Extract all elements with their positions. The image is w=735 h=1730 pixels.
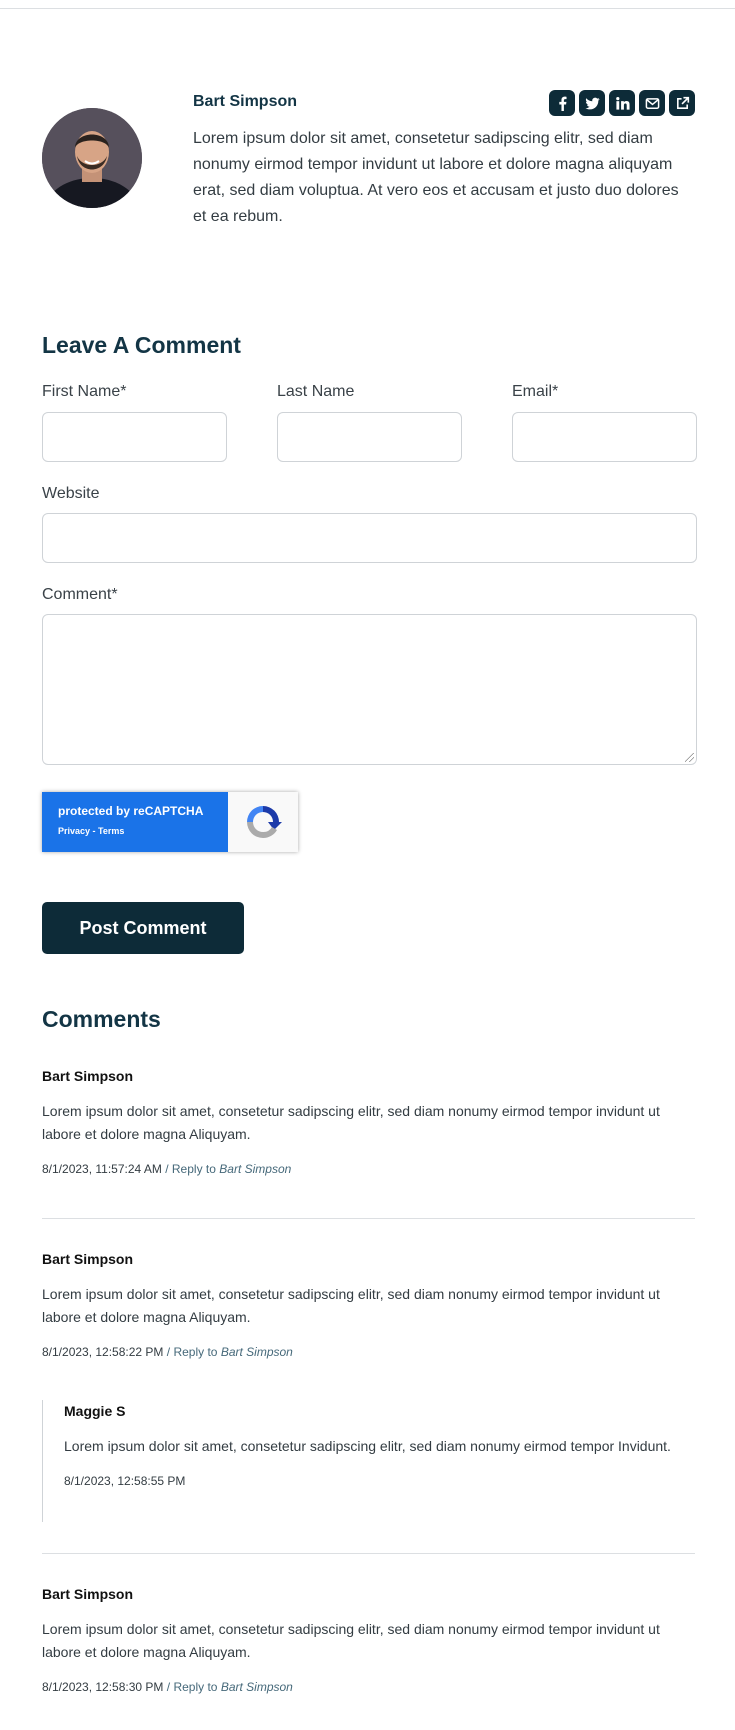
email-label: Email* xyxy=(512,383,559,400)
first-name-label: First Name* xyxy=(42,383,127,400)
comment-text: Lorem ipsum dolor sit amet, consetetur s… xyxy=(42,1103,660,1142)
email-field-wrap xyxy=(512,412,697,462)
reply-timestamp: 8/1/2023, 12:58:55 PM xyxy=(64,1474,186,1488)
comment-divider xyxy=(42,1218,695,1219)
comment-field-wrap xyxy=(42,614,697,765)
reply-text: Lorem ipsum dolor sit amet, consetetur s… xyxy=(64,1438,671,1454)
facebook-icon xyxy=(558,96,567,111)
linkedin-link[interactable] xyxy=(609,90,635,116)
comment-label: Comment* xyxy=(42,586,118,603)
social-links xyxy=(549,90,695,116)
website-input[interactable] xyxy=(43,514,696,562)
comments-heading: Comments xyxy=(42,1006,161,1032)
comment-text: Lorem ipsum dolor sit amet, consetetur s… xyxy=(42,1286,660,1325)
email-input[interactable] xyxy=(513,413,696,461)
recaptcha-privacy-terms-link[interactable]: Privacy - Terms xyxy=(58,826,228,836)
reply-to-link[interactable]: Bart Simpson xyxy=(221,1345,293,1359)
website-label: Website xyxy=(42,485,100,502)
reply-to-link[interactable]: Bart Simpson xyxy=(219,1162,291,1176)
last-name-label: Last Name xyxy=(277,383,355,400)
comment-meta: 8/1/2023, 12:58:30 PM / Reply to Bart Si… xyxy=(42,1680,695,1694)
comment-timestamp: 8/1/2023, 12:58:30 PM xyxy=(42,1680,164,1694)
comment-item: Bart Simpson Lorem ipsum dolor sit amet,… xyxy=(42,1068,695,1176)
comment-timestamp: 8/1/2023, 11:57:24 AM xyxy=(42,1162,162,1176)
comment-divider xyxy=(42,1553,695,1554)
author-name: Bart Simpson xyxy=(193,93,298,110)
comment-meta: 8/1/2023, 12:58:22 PM / Reply to Bart Si… xyxy=(42,1345,695,1359)
comment-textarea[interactable] xyxy=(43,615,696,764)
comment-meta: 8/1/2023, 11:57:24 AM / Reply to Bart Si… xyxy=(42,1162,695,1176)
top-divider xyxy=(0,8,735,9)
author-bio: Lorem ipsum dolor sit amet, consetetur s… xyxy=(193,130,679,225)
post-comment-button[interactable]: Post Comment xyxy=(42,902,244,954)
reply-prefix[interactable]: / Reply to xyxy=(165,1162,216,1176)
nested-reply: Maggie S Lorem ipsum dolor sit amet, con… xyxy=(42,1400,695,1522)
last-name-field-wrap xyxy=(277,412,462,462)
twitter-link[interactable] xyxy=(579,90,605,116)
recaptcha-protected-text: protected by reCAPTCHA xyxy=(58,804,204,818)
comment-author: Bart Simpson xyxy=(42,1251,134,1267)
first-name-field-wrap xyxy=(42,412,227,462)
website-field-wrap xyxy=(42,513,697,563)
comment-item: Bart Simpson Lorem ipsum dolor sit amet,… xyxy=(42,1586,695,1694)
email-link[interactable] xyxy=(639,90,665,116)
comment-author: Bart Simpson xyxy=(42,1068,134,1084)
linkedin-icon xyxy=(615,96,630,110)
email-icon xyxy=(645,97,659,109)
reply-prefix[interactable]: / Reply to xyxy=(167,1345,218,1359)
author-avatar xyxy=(42,108,142,208)
facebook-link[interactable] xyxy=(549,90,575,116)
comment-author: Bart Simpson xyxy=(42,1586,134,1602)
resize-handle[interactable] xyxy=(685,753,694,762)
twitter-icon xyxy=(584,97,600,109)
reply-prefix[interactable]: / Reply to xyxy=(167,1680,218,1694)
external-link[interactable] xyxy=(669,90,695,116)
recaptcha-badge: protected by reCAPTCHA Privacy - Terms xyxy=(42,792,298,852)
leave-comment-heading: Leave A Comment xyxy=(42,332,241,358)
reply-author: Maggie S xyxy=(64,1403,126,1419)
comment-timestamp: 8/1/2023, 12:58:22 PM xyxy=(42,1345,164,1359)
recaptcha-text-panel: protected by reCAPTCHA Privacy - Terms xyxy=(42,792,228,852)
author-box: Bart Simpson Lorem ipsum dolor sit amet,… xyxy=(42,90,695,250)
reply-to-link[interactable]: Bart Simpson xyxy=(221,1680,293,1694)
comment-item: Bart Simpson Lorem ipsum dolor sit amet,… xyxy=(42,1251,695,1359)
external-link-icon xyxy=(676,96,689,109)
recaptcha-logo-icon xyxy=(228,792,298,852)
last-name-input[interactable] xyxy=(278,413,461,461)
first-name-input[interactable] xyxy=(43,413,226,461)
comment-text: Lorem ipsum dolor sit amet, consetetur s… xyxy=(42,1621,660,1660)
